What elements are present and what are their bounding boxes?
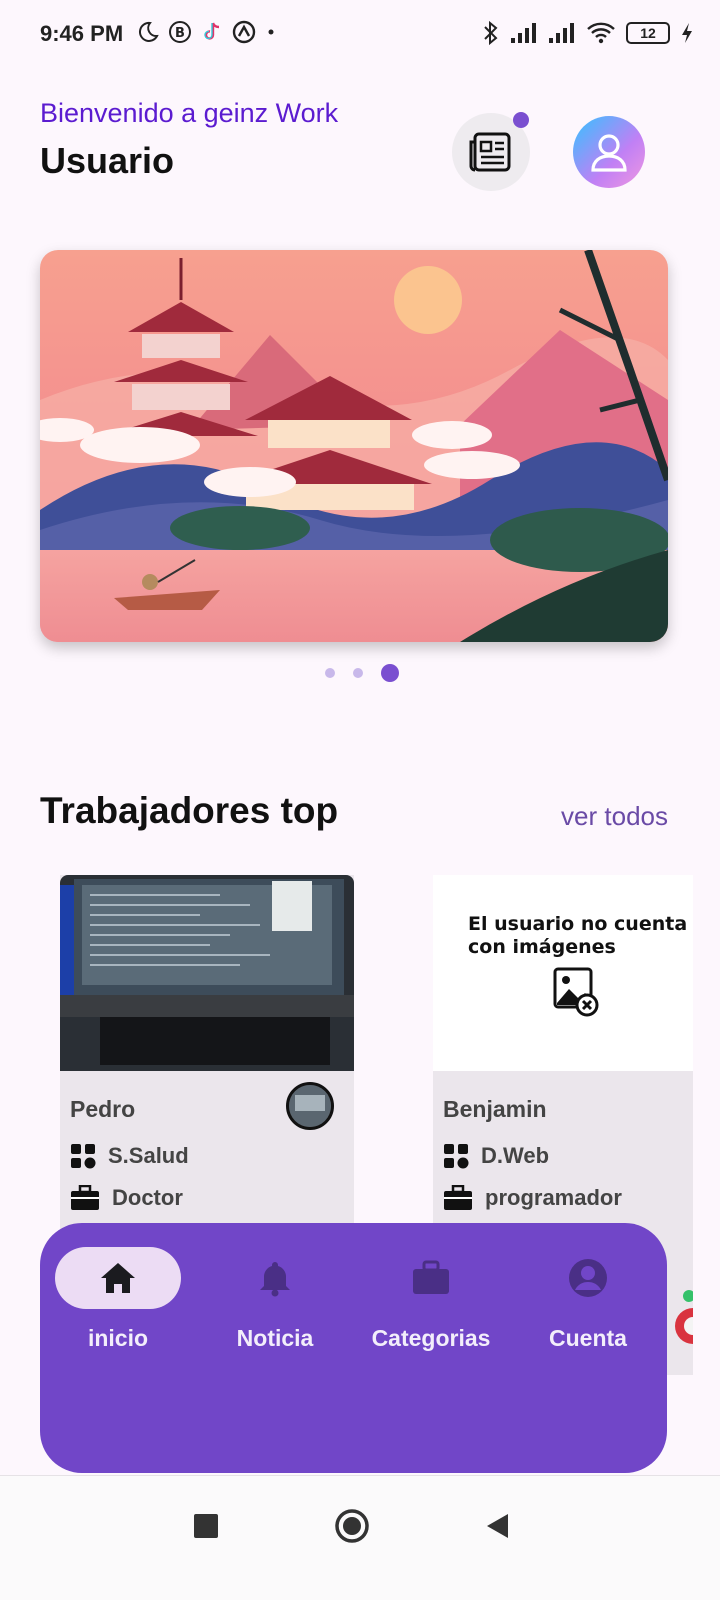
back-button[interactable] <box>478 1506 518 1546</box>
category-icon <box>444 1144 469 1169</box>
worker-avatar-thumb[interactable] <box>286 1082 334 1130</box>
svg-text:B: B <box>175 26 185 41</box>
nav-icon-wrap <box>525 1247 651 1309</box>
worker-profession-row: Doctor <box>70 1185 183 1211</box>
profile-avatar-button[interactable] <box>573 116 645 188</box>
nav-active-pill <box>55 1247 181 1309</box>
banner-illustration <box>40 250 668 642</box>
nav-item-cuenta[interactable]: Cuenta <box>510 1247 666 1377</box>
briefcase-icon <box>444 1185 472 1210</box>
status-notification-icons: B <box>136 20 278 44</box>
nav-icon-wrap <box>212 1247 338 1309</box>
account-icon <box>569 1259 607 1297</box>
worker-photo <box>60 875 354 1071</box>
notification-dot <box>513 112 529 128</box>
carousel-dot[interactable] <box>325 668 335 678</box>
worker-name: Benjamin <box>443 1096 547 1122</box>
computer-photo <box>60 875 354 1071</box>
b-badge-icon: B <box>169 21 191 43</box>
worker-name: Pedro <box>70 1096 136 1122</box>
back-triangle-icon <box>487 1514 508 1538</box>
bluetooth-icon <box>484 20 498 46</box>
circle-a-icon <box>232 20 256 44</box>
nav-icon-wrap <box>368 1247 494 1309</box>
bottom-navigation: inicio Noticia Categorias Cuenta <box>40 1223 667 1473</box>
no-image-placeholder: El usuario no cuenta con imágenes <box>433 875 693 1071</box>
nav-item-categorias[interactable]: Categorias <box>353 1247 509 1377</box>
briefcase-icon <box>413 1260 449 1294</box>
worker-category-row: S.Salud <box>70 1143 189 1169</box>
tiktok-icon <box>204 22 220 40</box>
battery-icon: 12 <box>626 22 670 44</box>
moon-icon <box>138 21 159 42</box>
status-time: 9:46 PM <box>40 21 124 46</box>
carousel-dot[interactable] <box>353 668 363 678</box>
section-title: Trabajadores top <box>40 790 339 831</box>
home-icon <box>101 1263 135 1293</box>
dot-icon <box>268 29 274 35</box>
see-all-link[interactable]: ver todos <box>561 801 668 832</box>
recent-apps-button[interactable] <box>186 1506 226 1546</box>
no-image-text: El usuario no cuenta con imágenes <box>468 913 688 958</box>
nav-label: inicio <box>87 1325 149 1351</box>
worker-profession: Doctor <box>112 1185 183 1210</box>
bell-icon <box>260 1262 290 1297</box>
status-bar: 9:46 PM B 12 <box>0 0 720 68</box>
no-image-icon <box>553 967 599 1017</box>
username-title: Usuario <box>40 140 175 181</box>
user-icon <box>591 134 627 172</box>
system-navigation-bar <box>0 1475 720 1600</box>
newspaper-icon <box>469 132 511 172</box>
nav-label: Noticia <box>236 1325 314 1351</box>
nav-item-inicio[interactable]: inicio <box>40 1247 196 1377</box>
nav-item-noticia[interactable]: Noticia <box>197 1247 353 1377</box>
carousel-indicator <box>0 664 720 682</box>
category-icon <box>71 1144 96 1169</box>
signal-icon <box>549 23 574 43</box>
worker-category: S.Salud <box>108 1143 189 1168</box>
signal-icon <box>511 23 536 43</box>
wifi-icon <box>587 22 615 44</box>
briefcase-icon <box>71 1185 99 1210</box>
worker-category: D.Web <box>481 1143 550 1168</box>
charging-icon <box>682 23 692 43</box>
worker-profession: programador <box>485 1185 622 1210</box>
nav-label: Cuenta <box>549 1325 627 1351</box>
banner-carousel[interactable] <box>40 250 668 642</box>
square-icon <box>194 1514 218 1538</box>
carousel-dot-active[interactable] <box>381 664 399 682</box>
worker-avatar-image <box>289 1085 331 1127</box>
status-system-icons: 12 <box>482 20 694 46</box>
circle-icon <box>335 1509 369 1543</box>
home-system-button[interactable] <box>332 1506 372 1546</box>
worker-category-row: D.Web <box>443 1143 549 1169</box>
partial-card-edge <box>669 1290 693 1375</box>
worker-profession-row: programador <box>443 1185 622 1211</box>
welcome-text: Bienvenido a geinz Work <box>40 98 339 128</box>
nav-label: Categorias <box>371 1325 491 1351</box>
